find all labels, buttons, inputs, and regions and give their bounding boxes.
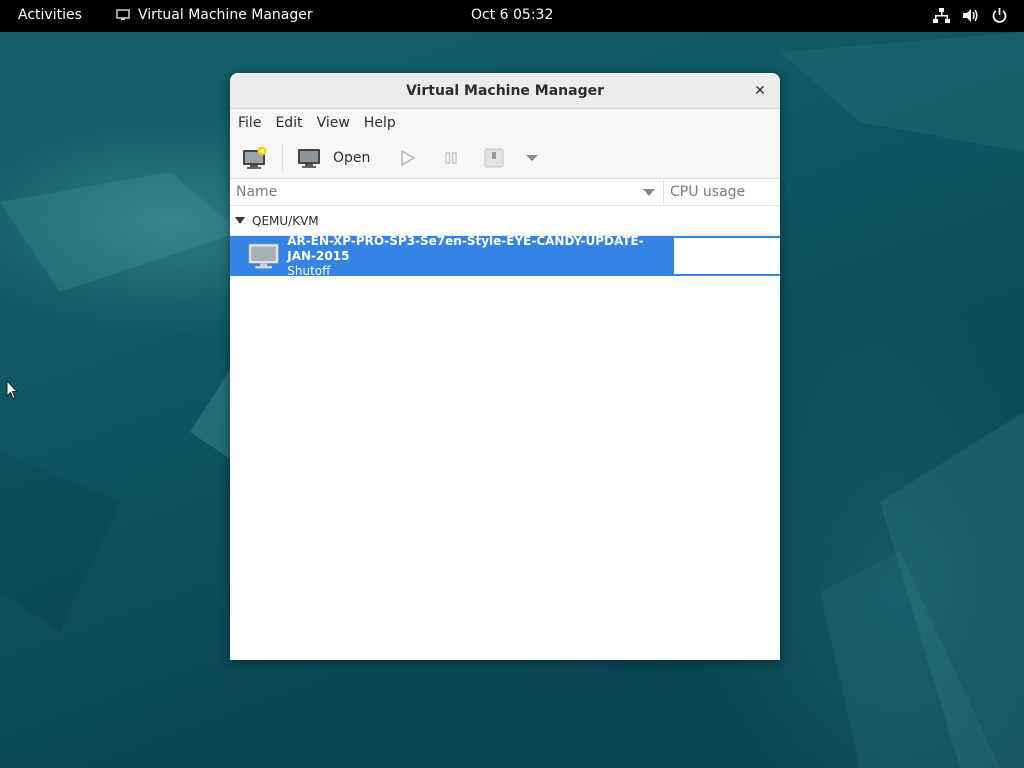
menu-help[interactable]: Help: [364, 115, 396, 131]
close-icon[interactable]: ✕: [750, 81, 770, 101]
shutdown-menu-button[interactable]: [526, 154, 539, 162]
run-button[interactable]: [400, 149, 416, 166]
open-button[interactable]: Open: [297, 147, 370, 169]
clock[interactable]: Oct 6 05:32: [471, 7, 553, 23]
new-vm-icon: [243, 146, 267, 169]
window-title: Virtual Machine Manager: [405, 83, 605, 99]
expander-icon[interactable]: [235, 217, 245, 224]
cpu-usage-cell: [672, 236, 780, 276]
activities-button[interactable]: Activities: [18, 7, 82, 23]
column-header: Name CPU usage: [230, 179, 780, 206]
new-vm-button[interactable]: [242, 146, 268, 170]
shutdown-icon: [484, 148, 504, 167]
cpu-usage-column-header[interactable]: CPU usage: [664, 179, 745, 205]
name-column-label: Name: [236, 184, 278, 200]
connection-row[interactable]: QEMU/KVM: [230, 206, 780, 236]
cpu-column-label: CPU usage: [670, 184, 746, 200]
menu-view[interactable]: View: [317, 115, 350, 131]
menu-file[interactable]: File: [238, 115, 261, 131]
volume-icon[interactable]: [962, 7, 979, 24]
vm-name: AR-EN-XP-PRO-SP3-Se7en-Style-EYE-CANDY-U…: [287, 233, 644, 263]
power-icon[interactable]: [991, 7, 1008, 24]
vm-row[interactable]: AR-EN-XP-PRO-SP3-Se7en-Style-EYE-CANDY-U…: [230, 234, 780, 279]
mouse-cursor-icon: [6, 380, 18, 400]
vm-state: Shutoff: [287, 263, 331, 278]
window-titlebar[interactable]: Virtual Machine Manager ✕: [230, 73, 780, 109]
connection-label: QEMU/KVM: [252, 213, 319, 228]
network-icon[interactable]: [933, 7, 950, 24]
open-label: Open: [333, 149, 371, 166]
app-icon: [116, 9, 130, 20]
vm-text: AR-EN-XP-PRO-SP3-Se7en-Style-EYE-CANDY-U…: [287, 234, 672, 279]
chevron-down-icon: [526, 154, 539, 161]
sort-down-icon: [643, 189, 655, 196]
app-menu[interactable]: Virtual Machine Manager: [116, 7, 313, 23]
pause-button[interactable]: [444, 151, 458, 165]
menu-bar: File Edit View Help: [230, 109, 780, 137]
monitor-icon: [298, 148, 320, 168]
cpu-usage-graph: [674, 238, 780, 274]
system-tray[interactable]: [933, 7, 1008, 24]
play-icon: [401, 149, 416, 166]
toolbar-separator: [282, 143, 283, 172]
pause-icon: [445, 151, 458, 164]
app-name: Virtual Machine Manager: [138, 7, 313, 23]
shutdown-button[interactable]: [484, 148, 504, 168]
vmm-window: Virtual Machine Manager ✕ File Edit View…: [230, 73, 780, 660]
toolbar: Open: [230, 137, 780, 179]
top-bar: Activities Virtual Machine Manager Oct 6…: [0, 0, 1024, 32]
vm-monitor-icon: [248, 243, 279, 269]
vm-row-selected[interactable]: AR-EN-XP-PRO-SP3-Se7en-Style-EYE-CANDY-U…: [230, 234, 672, 279]
name-column-header[interactable]: Name: [230, 179, 664, 205]
menu-edit[interactable]: Edit: [275, 115, 302, 131]
